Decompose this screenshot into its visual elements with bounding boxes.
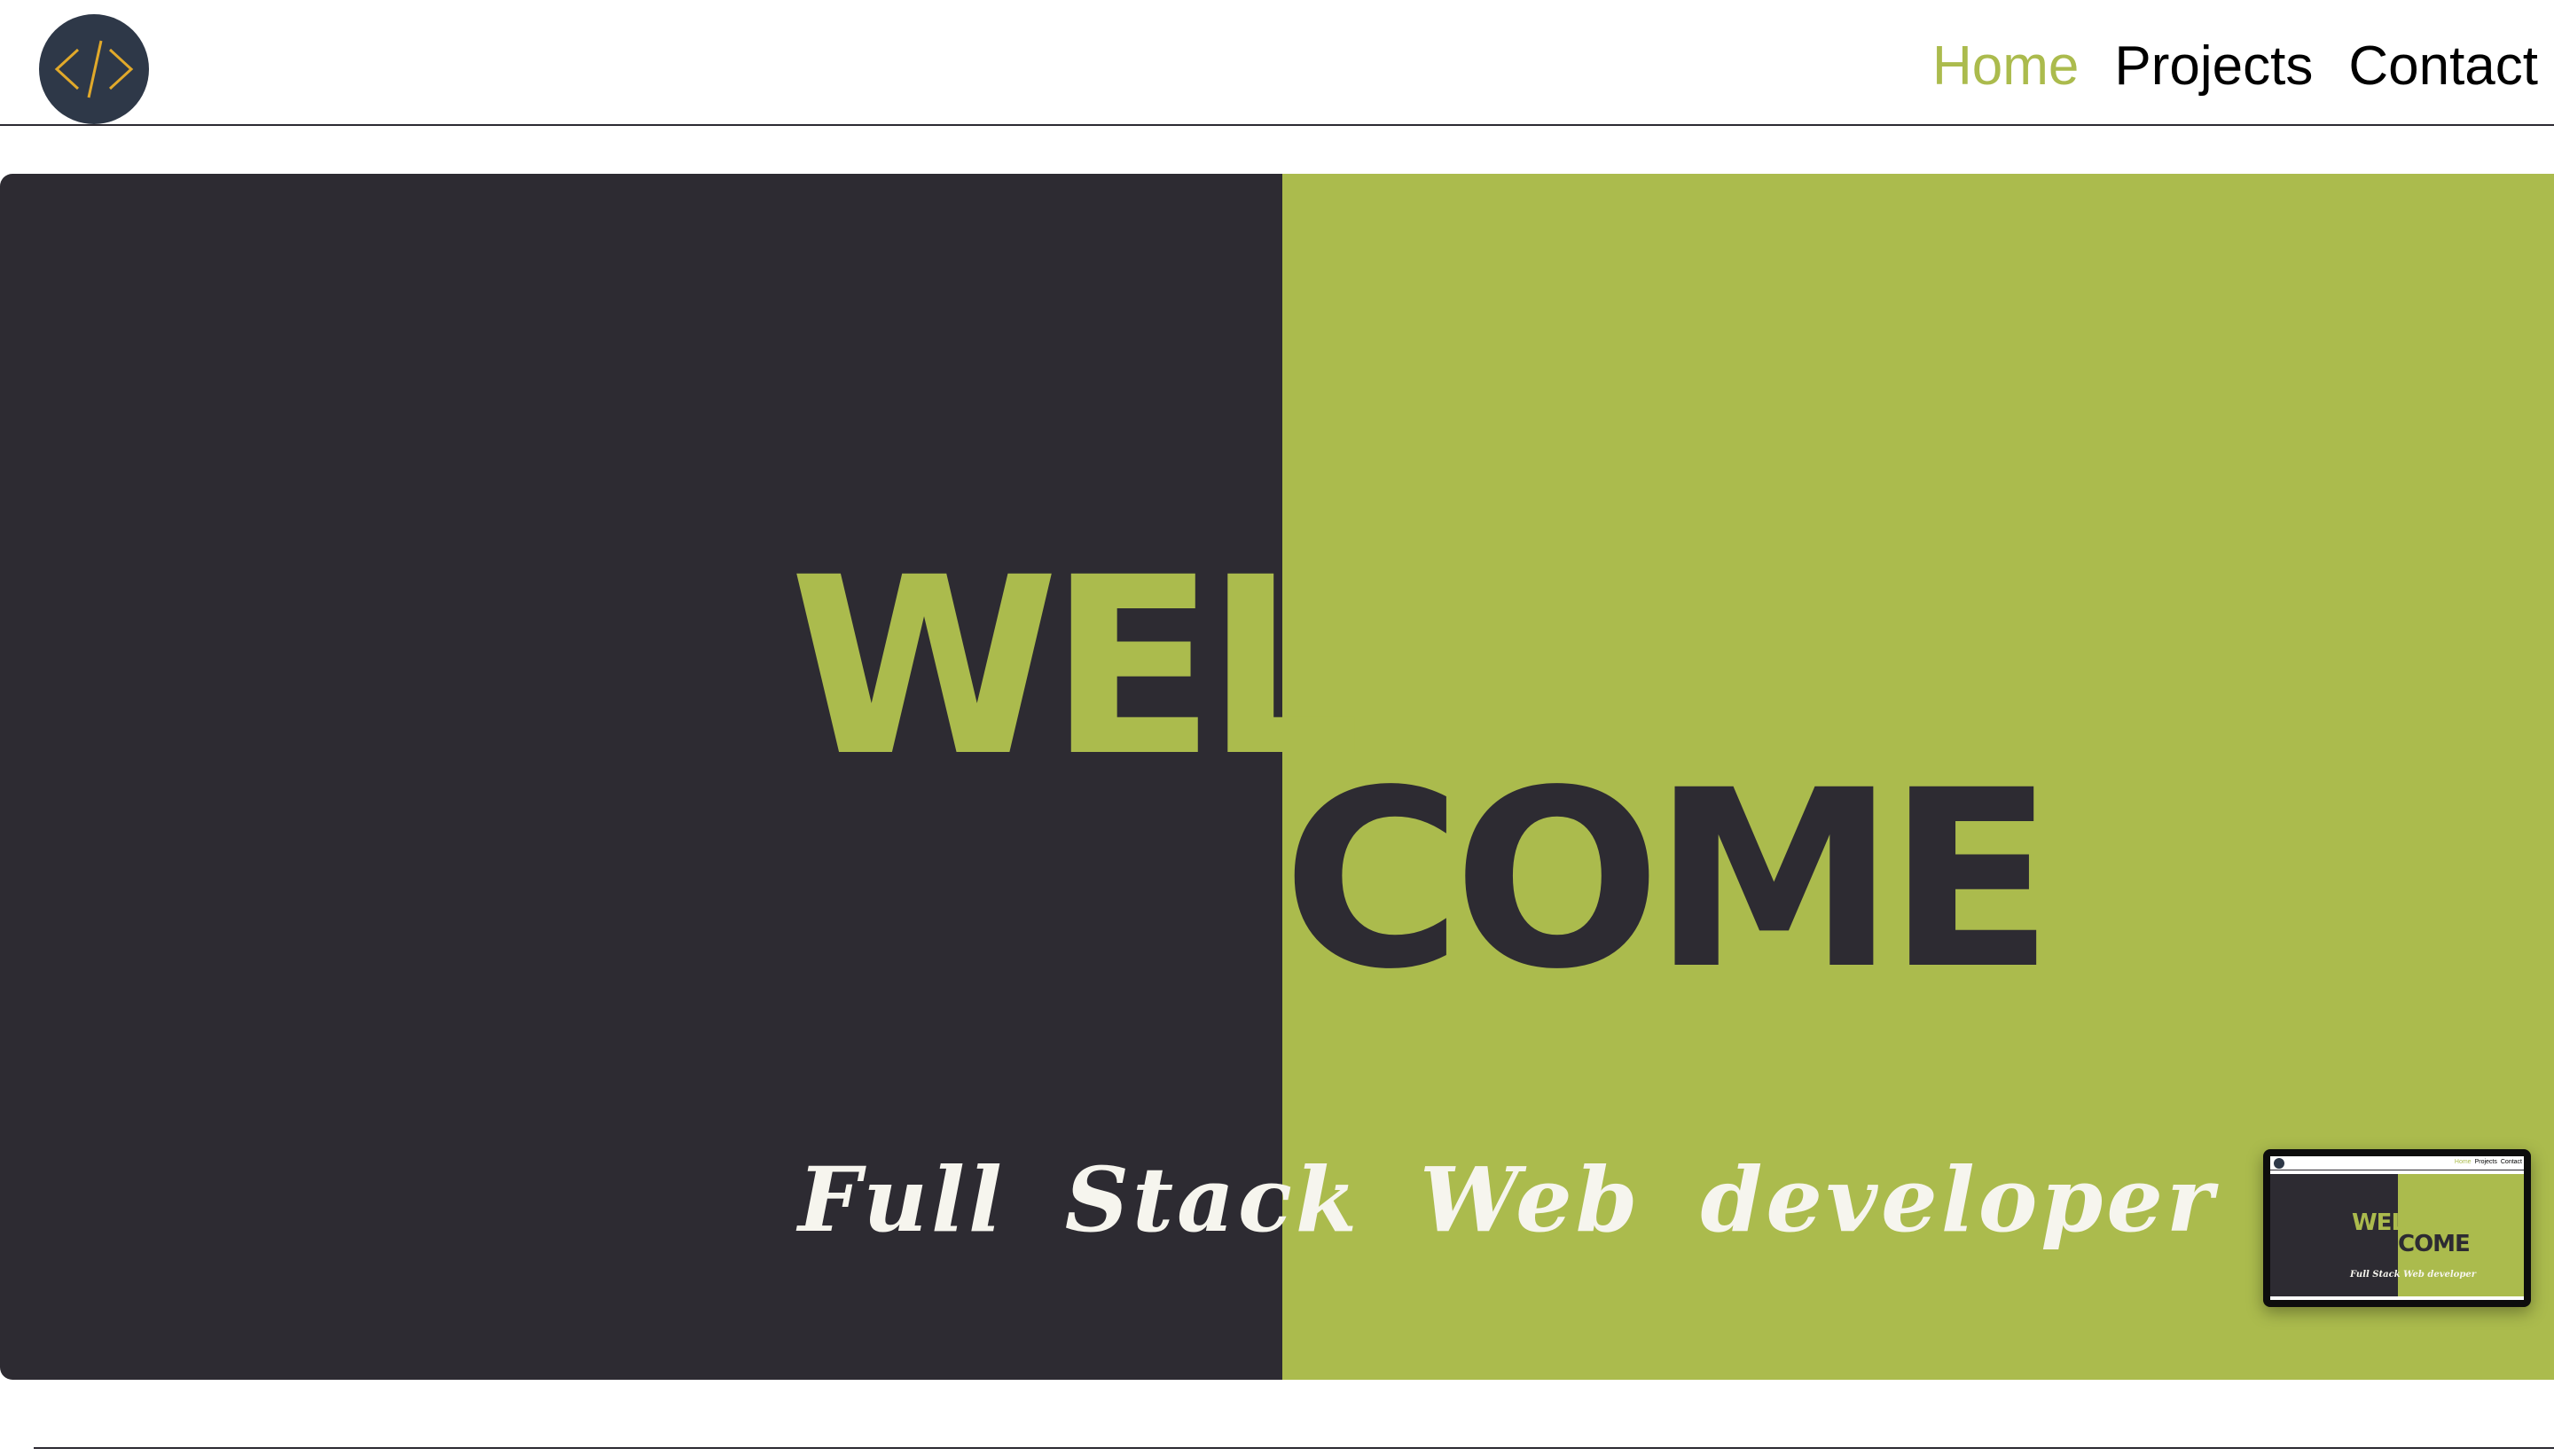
preview-nav-home: Home bbox=[2454, 1159, 2472, 1165]
preview-logo-icon bbox=[2274, 1158, 2284, 1169]
nav-home-link[interactable]: Home bbox=[1932, 27, 2079, 106]
section-divider bbox=[34, 1447, 2554, 1449]
top-navbar: Home Projects Contact bbox=[0, 0, 2554, 126]
preview-screen: Home Projects Contact WEL COME Full Stac… bbox=[2270, 1156, 2524, 1300]
preview-nav-projects: Projects bbox=[2474, 1159, 2497, 1165]
code-brackets-icon bbox=[54, 40, 134, 98]
nav-contact-link[interactable]: Contact bbox=[2348, 27, 2538, 106]
nav-projects-link[interactable]: Projects bbox=[2114, 27, 2313, 106]
preview-nav: Home Projects Contact bbox=[2455, 1158, 2522, 1167]
preview-welcome-part1: WEL bbox=[2352, 1209, 2406, 1236]
preview-nav-contact: Contact bbox=[2500, 1159, 2522, 1165]
welcome-heading-part2: COME bbox=[1282, 739, 2054, 1023]
welcome-heading-part1: WEL bbox=[789, 526, 1361, 810]
hero-tagline: Full Stack Web developer bbox=[798, 1147, 2217, 1252]
site-logo[interactable] bbox=[39, 14, 149, 124]
preview-tagline: Full Stack Web developer bbox=[2350, 1270, 2476, 1280]
preview-welcome-part2: COME bbox=[2398, 1231, 2471, 1257]
preview-navbar: Home Projects Contact bbox=[2270, 1156, 2524, 1170]
hero-section: WEL COME Full Stack Web developer bbox=[0, 174, 2554, 1380]
main-nav: Home Projects Contact bbox=[1932, 27, 2538, 106]
page-preview-thumbnail[interactable]: Home Projects Contact WEL COME Full Stac… bbox=[2263, 1149, 2531, 1307]
